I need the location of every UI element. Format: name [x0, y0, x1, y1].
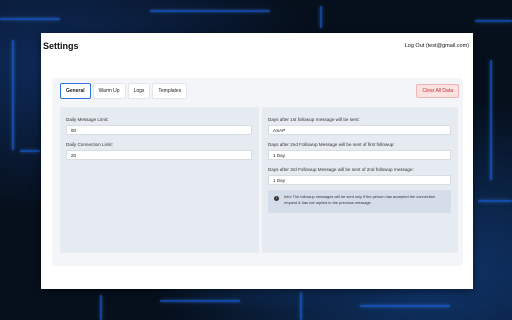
- page-title: Settings: [43, 41, 79, 51]
- logout-link[interactable]: Log Out (test@gmail.com): [405, 43, 469, 49]
- daily-connection-input[interactable]: 20: [66, 150, 252, 160]
- settings-window: Settings Log Out (test@gmail.com) Genera…: [41, 33, 473, 289]
- daily-message-label: Daily Message Limit:: [66, 117, 109, 122]
- info-note: i Info! The followup messages will be se…: [268, 190, 451, 213]
- tab-warm-up[interactable]: Warm Up: [92, 83, 126, 99]
- info-note-text: Info! The followup messages will be sent…: [284, 194, 436, 205]
- clear-all-data-button[interactable]: Clear All Data: [416, 84, 459, 98]
- header: Settings Log Out (test@gmail.com): [41, 33, 473, 61]
- followup2-input[interactable]: 1 Day: [268, 150, 451, 160]
- tab-bar: General Warm Up Logs Templates: [60, 83, 188, 99]
- info-icon: i: [274, 196, 279, 201]
- tab-logs[interactable]: Logs: [127, 83, 151, 99]
- tab-general[interactable]: General: [60, 83, 91, 99]
- followup3-input[interactable]: 1 Day: [268, 175, 451, 185]
- settings-panel: General Warm Up Logs Templates Clear All…: [52, 78, 463, 266]
- daily-connection-label: Daily Connection Limit:: [66, 142, 113, 147]
- followup-section: Days after 1st followup message will be …: [262, 107, 458, 253]
- limits-section: Daily Message Limit: 80 Daily Connection…: [60, 107, 259, 253]
- followup1-input[interactable]: ASAP: [268, 125, 451, 135]
- followup3-label: Days after 3rd Followup Message will be …: [268, 167, 414, 172]
- daily-message-input[interactable]: 80: [66, 125, 252, 135]
- followup1-label: Days after 1st followup message will be …: [268, 117, 360, 122]
- followup2-label: Days after 2nd Followup Message will be …: [268, 142, 395, 147]
- tab-templates[interactable]: Templates: [152, 83, 188, 99]
